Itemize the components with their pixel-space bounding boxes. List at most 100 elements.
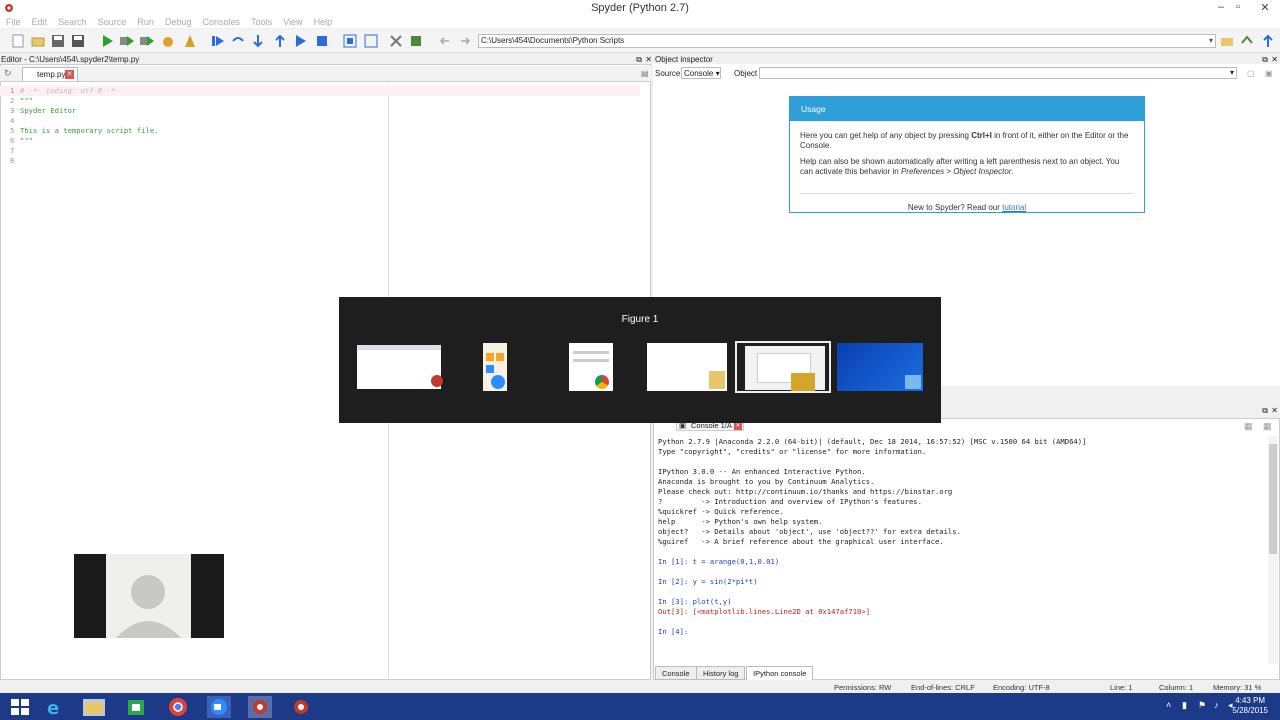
store-icon[interactable] [124, 696, 148, 718]
run-cell-advance-icon[interactable] [139, 33, 155, 49]
save-all-icon[interactable] [70, 33, 86, 49]
scrollbar-thumb[interactable] [1269, 444, 1277, 554]
menu-tools[interactable]: Tools [251, 17, 272, 27]
console-line: Python 2.7.9 |Anaconda 2.2.0 (64-bit)| (… [658, 437, 1087, 446]
window-title: Spyder (Python 2.7) [591, 2, 689, 14]
close-tab-icon[interactable]: ✕ [734, 422, 742, 430]
continue-icon[interactable] [293, 33, 309, 49]
switcher-thumb-chrome[interactable] [569, 341, 615, 393]
switcher-thumb-desktop[interactable] [837, 341, 925, 393]
menu-file[interactable]: File [6, 17, 21, 27]
debug-start-icon[interactable] [210, 33, 226, 49]
forward-arrow-icon[interactable] [457, 33, 473, 49]
rich-text-icon[interactable]: ▢ [1247, 69, 1255, 78]
console-line: IPython 3.0.0 -- An enhanced Interactive… [658, 467, 866, 476]
console-line: %quickref -> Quick reference. [658, 507, 784, 516]
spyder-taskbar-icon[interactable] [248, 696, 272, 718]
zoom-icon [491, 375, 505, 389]
internet-explorer-icon[interactable]: e [42, 696, 66, 718]
lock-icon[interactable]: ▤ [641, 69, 649, 78]
tab-temp-py[interactable]: temp.py ✕ [22, 67, 78, 81]
browse-folder-icon[interactable] [1219, 33, 1235, 49]
undock-icon[interactable]: ⧉ [1262, 406, 1268, 416]
tab-label: temp.py [37, 70, 66, 79]
switcher-thumb-figure[interactable] [735, 341, 831, 393]
inspector-title: Object inspector [655, 55, 713, 64]
step-into-icon[interactable] [250, 33, 266, 49]
set-cwd-icon[interactable] [1239, 33, 1255, 49]
open-file-icon[interactable] [30, 33, 46, 49]
chevron-down-icon[interactable]: ▾ [1230, 68, 1234, 77]
menu-consoles[interactable]: Consoles [203, 17, 241, 27]
menu-edit[interactable]: Edit [32, 17, 48, 27]
status-column: Column: 1 [1159, 683, 1194, 692]
options-icon[interactable]: ▣ [1265, 69, 1273, 78]
menu-help[interactable]: Help [314, 17, 333, 27]
tray-chevron-icon[interactable]: ˄ [1166, 700, 1171, 710]
browse-tabs-icon[interactable]: ↻ [4, 68, 12, 79]
tab-history-log[interactable]: History log [696, 666, 746, 680]
switcher-thumb-spyder[interactable] [357, 341, 443, 393]
console-line: Type "copyright", "credits" or "license"… [658, 447, 927, 456]
switcher-thumb-zoom[interactable] [481, 341, 511, 393]
preferences-icon[interactable] [388, 33, 404, 49]
close-pane-icon[interactable]: ✕ [1271, 55, 1278, 64]
flag-icon[interactable]: ⚑ [1198, 700, 1206, 711]
close-pane-icon[interactable]: ✕ [645, 55, 652, 64]
volume-icon[interactable]: ♪ [1214, 700, 1219, 710]
switcher-title: Figure 1 [621, 314, 659, 325]
clock-time: 4:43 PM [1235, 696, 1266, 705]
usage-title: Usage [790, 97, 1144, 121]
debug-icon[interactable] [182, 33, 198, 49]
maximize-button[interactable]: ▫ [1229, 1, 1247, 13]
tab-ipython-console[interactable]: IPython console [746, 666, 814, 680]
menu-debug[interactable]: Debug [165, 17, 192, 27]
maximize-pane-icon[interactable] [342, 33, 358, 49]
source-select[interactable]: Console ▾ [681, 67, 721, 79]
webcam-overlay [74, 554, 224, 638]
console-line: object? -> Details about 'object', use '… [658, 527, 961, 536]
title-bar: Spyder (Python 2.7) – ▫ ✕ [0, 0, 1280, 16]
run-selection-icon[interactable] [160, 33, 176, 49]
python-path-icon[interactable] [408, 33, 424, 49]
zoom-icon[interactable] [207, 696, 231, 718]
fullscreen-icon[interactable] [363, 33, 379, 49]
run-icon[interactable] [99, 33, 115, 49]
spyder-alt-taskbar-icon[interactable] [289, 696, 313, 718]
run-cell-icon[interactable] [119, 33, 135, 49]
object-input[interactable]: ▾ [759, 67, 1237, 79]
console-output[interactable]: Python 2.7.9 |Anaconda 2.2.0 (64-bit)| (… [658, 437, 1258, 637]
console-scrollbar[interactable] [1268, 436, 1278, 664]
clock[interactable]: 4:43 PM 5/28/2015 [1232, 696, 1268, 716]
stop-icon[interactable] [314, 33, 330, 49]
console-options-icon[interactable]: ▦ [1244, 421, 1253, 432]
step-icon[interactable] [230, 33, 246, 49]
tab-console[interactable]: Console [655, 666, 697, 680]
step-return-icon[interactable] [272, 33, 288, 49]
new-file-icon[interactable] [10, 33, 26, 49]
close-tab-icon[interactable]: ✕ [65, 70, 74, 79]
menu-source[interactable]: Source [98, 17, 127, 27]
working-directory-input[interactable]: C:\Users\454\Documents\Python Scripts ▾ [478, 34, 1216, 48]
parent-dir-icon[interactable] [1260, 33, 1276, 49]
save-icon[interactable] [50, 33, 66, 49]
menu-view[interactable]: View [283, 17, 302, 27]
menu-run[interactable]: Run [137, 17, 154, 27]
network-icon[interactable]: ▮ [1182, 700, 1187, 711]
menu-search[interactable]: Search [58, 17, 87, 27]
console-line: %guiref -> A brief reference about the g… [658, 537, 944, 546]
switcher-thumb-explorer[interactable] [647, 341, 729, 393]
tutorial-link[interactable]: tutorial [1002, 203, 1026, 212]
close-window-button[interactable]: ✕ [1256, 1, 1274, 14]
windows-start-icon[interactable] [8, 696, 32, 718]
stop-console-icon[interactable]: ▦ [1263, 421, 1272, 432]
chevron-down-icon[interactable]: ▾ [1209, 35, 1213, 47]
close-pane-icon[interactable]: ✕ [1271, 406, 1278, 415]
chrome-icon[interactable] [166, 696, 190, 718]
back-arrow-icon[interactable] [437, 33, 453, 49]
file-explorer-icon[interactable] [82, 696, 106, 718]
minimize-button[interactable]: – [1212, 1, 1230, 13]
